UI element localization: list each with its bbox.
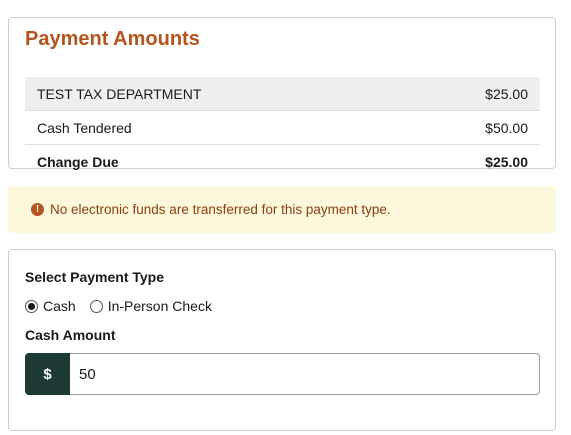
dollar-sign-icon: $ [25,353,70,395]
amount-row-label: Cash Tendered [37,119,132,136]
amount-row-cash-tendered: Cash Tendered $50.00 [25,111,540,145]
amount-row-value: $50.00 [485,119,528,136]
alert-message: No electronic funds are transferred for … [50,202,391,217]
amount-row-department: TEST TAX DEPARTMENT $25.00 [25,77,540,111]
payment-type-card: Select Payment Type Cash In-Person Check… [8,249,556,431]
info-alert: ! No electronic funds are transferred fo… [8,186,556,233]
radio-in-person-check[interactable]: In-Person Check [89,298,212,314]
cash-amount-input-group: $ [25,353,540,395]
amount-row-value: $25.00 [485,85,528,102]
radio-cash[interactable]: Cash [25,298,76,314]
payment-type-label: Select Payment Type [25,269,165,285]
payment-amounts-title: Payment Amounts [25,28,200,50]
amount-row-label: Change Due [37,154,119,170]
radio-label-in-person-check[interactable]: In-Person Check [108,298,212,314]
exclamation-circle-icon: ! [31,203,44,216]
amount-row-value: $25.00 [485,154,528,170]
amount-row-change-due: Change Due $25.00 [25,145,540,179]
cash-amount-label: Cash Amount [25,327,116,343]
payment-amounts-card: Payment Amounts TEST TAX DEPARTMENT $25.… [8,17,556,170]
cash-amount-input[interactable] [70,353,540,395]
amounts-table: TEST TAX DEPARTMENT $25.00 Cash Tendered… [25,77,540,179]
radio-button-checked[interactable] [25,299,38,313]
payment-type-radio-group: Cash In-Person Check [25,298,226,314]
radio-button-unchecked[interactable] [89,299,103,313]
amount-row-label: TEST TAX DEPARTMENT [37,85,202,102]
radio-label-cash[interactable]: Cash [43,298,76,314]
